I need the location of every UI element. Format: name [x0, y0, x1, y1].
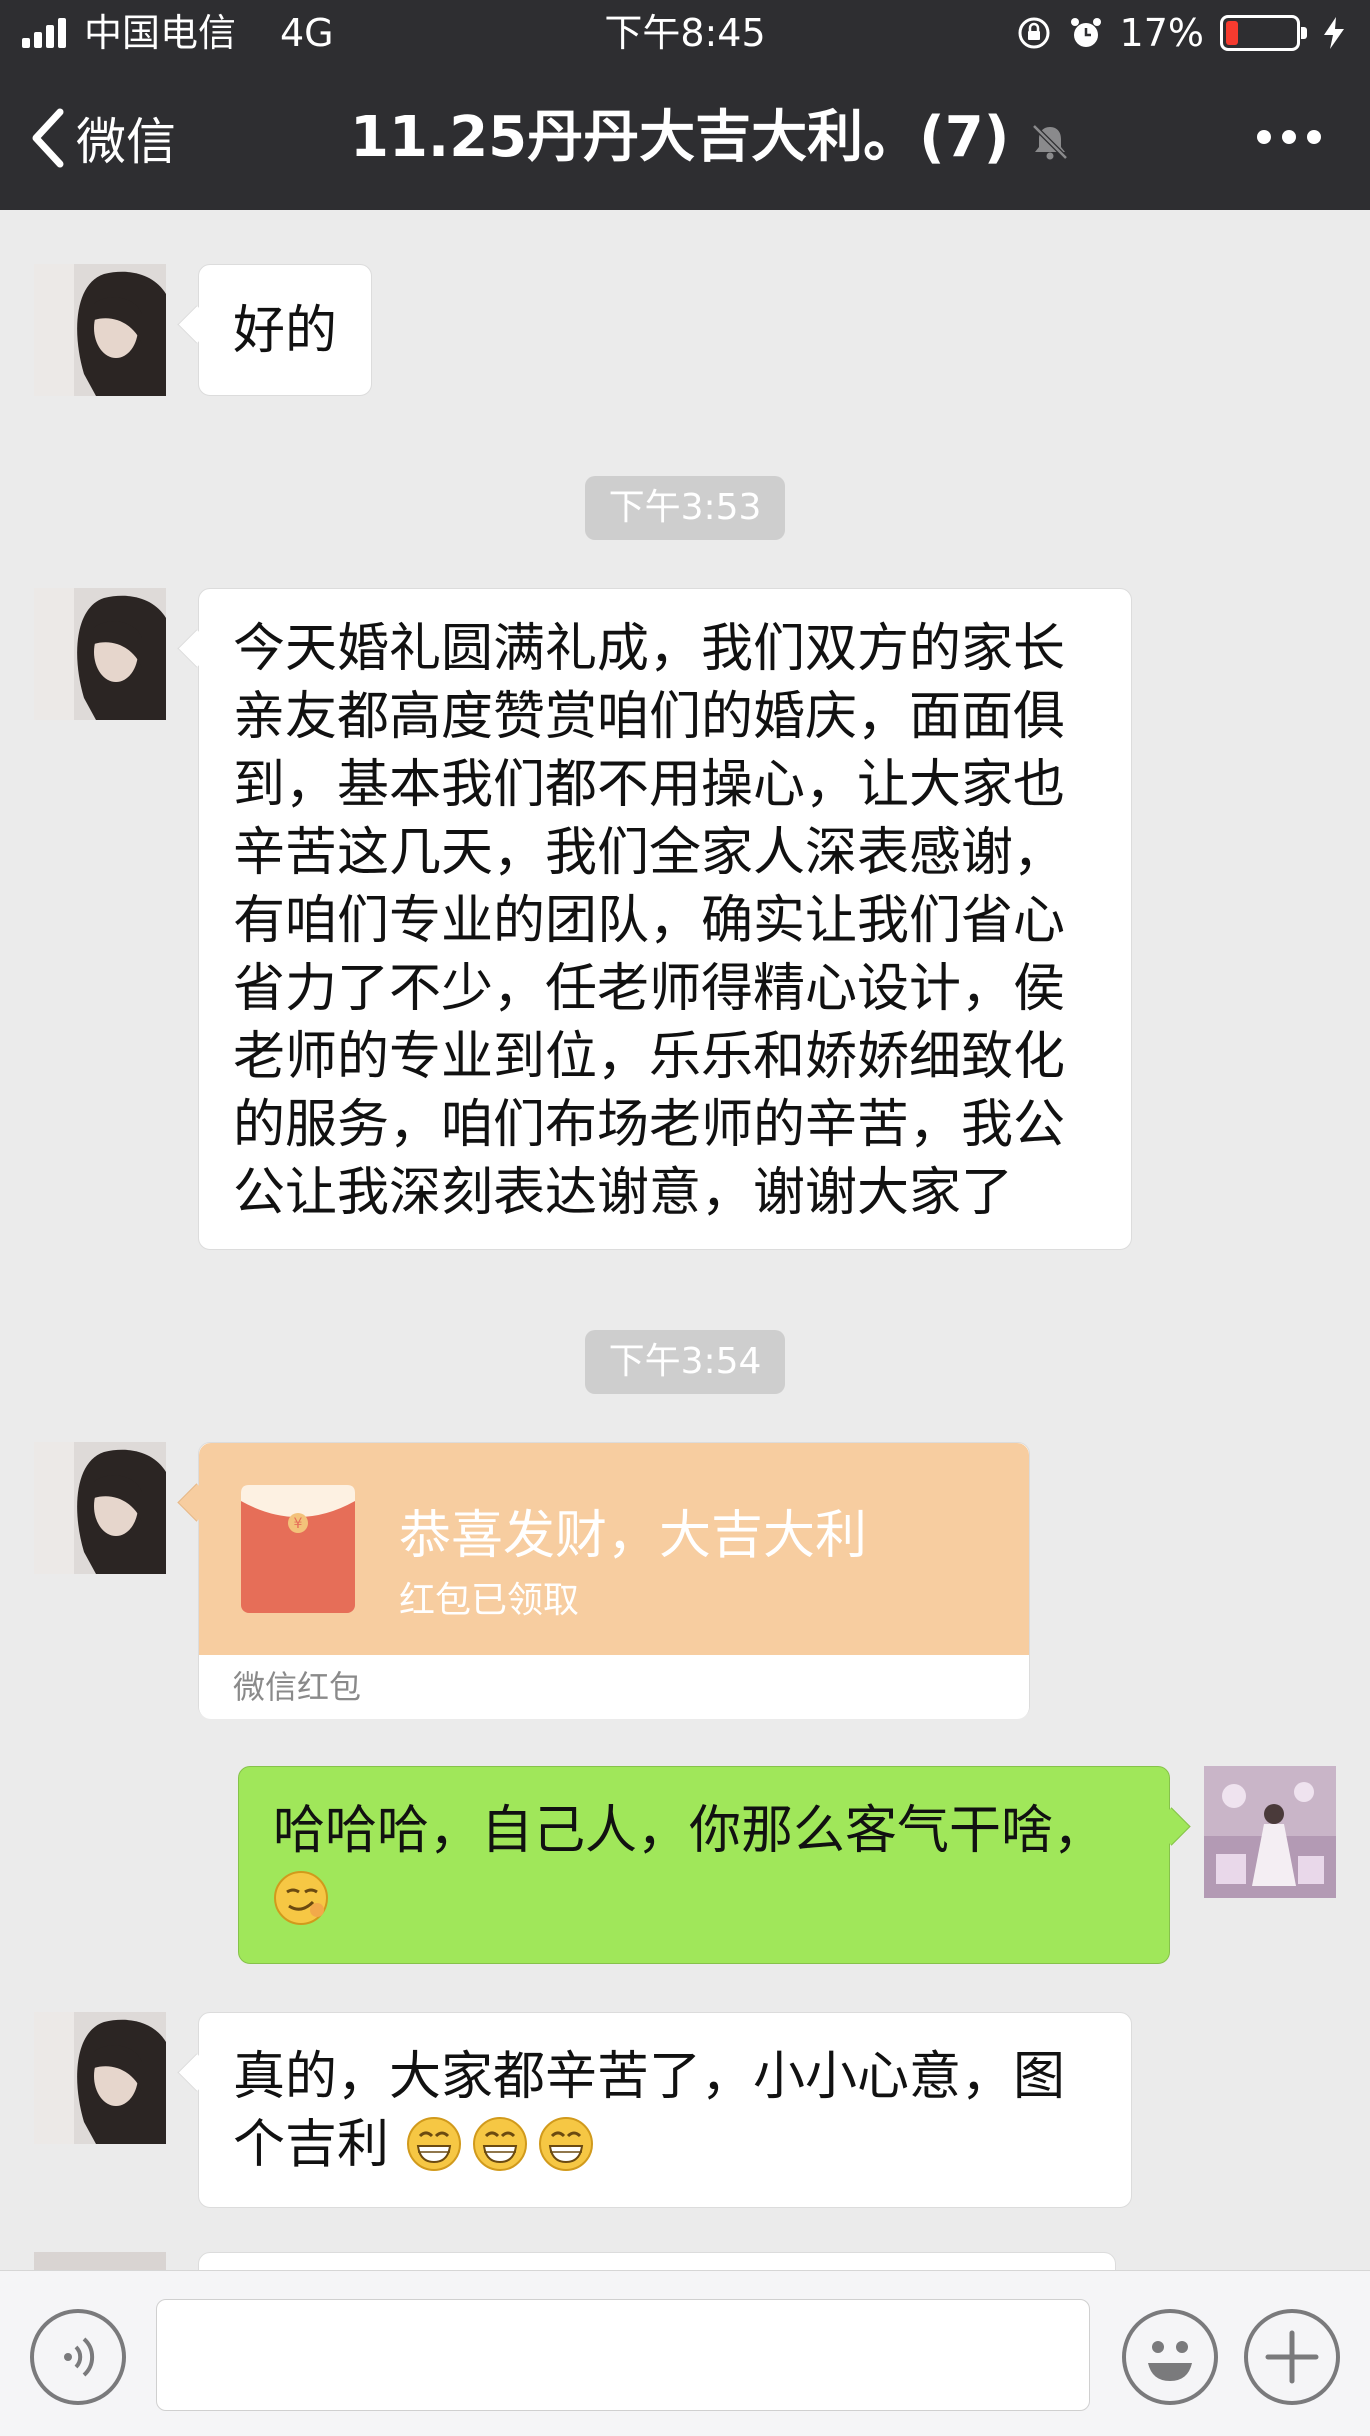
red-packet-title: 恭喜发财，大吉大利: [399, 1506, 868, 1566]
status-right: 17%: [1016, 0, 1352, 66]
battery-icon: [1220, 15, 1307, 51]
red-packet-status: 红包已领取: [399, 1580, 580, 1621]
message-bubble[interactable]: 真的，大家都辛苦了，小小心意，图 个吉利: [198, 2012, 1132, 2208]
timestamp: 下午3:54: [585, 1330, 785, 1394]
timestamp: 下午3:53: [585, 476, 785, 540]
svg-text:¥: ¥: [294, 1516, 303, 1532]
top-bar: 中国电信 4G 下午8:45 17% 微信 11.25丹丹大吉大利。(7): [0, 0, 1370, 210]
charging-icon: [1324, 17, 1344, 49]
message-line: 今天婚礼圆满礼成，我们双方的家长: [233, 619, 1066, 679]
avatar-bride[interactable]: [34, 264, 166, 396]
message-line-2: 个吉利: [233, 2111, 1097, 2179]
avatar-me[interactable]: [1204, 1766, 1336, 1898]
chat-area[interactable]: 好的 下午3:53 今天婚礼圆满礼成，我们双方的家长 亲友都高度赞赏咱们的婚庆，…: [0, 210, 1370, 2270]
message-text: 好的: [233, 301, 338, 361]
message-line: 哈哈哈，自己人，你那么客气干啥，: [273, 1801, 1106, 1861]
plus-icon: [1265, 2330, 1319, 2384]
input-bar: [0, 2270, 1370, 2436]
message-bubble[interactable]: 今天婚礼圆满礼成，我们双方的家长 亲友都高度赞赏咱们的婚庆，面面俱 到，基本我们…: [198, 588, 1132, 1250]
smirk-emoji-icon: [274, 1871, 328, 1925]
avatar-bride[interactable]: [34, 2252, 166, 2270]
avatar-image: [34, 1442, 166, 1574]
chevron-left-icon: [32, 108, 64, 168]
message-line: 真的，大家都辛苦了，小小心意，图: [233, 2047, 1066, 2107]
back-button[interactable]: 微信: [28, 66, 176, 210]
message-line: 到，基本我们都不用操心，让大家也: [233, 755, 1066, 815]
avatar-bride[interactable]: [34, 588, 166, 720]
back-label: 微信: [76, 113, 176, 171]
mute-bell-icon: [1032, 124, 1068, 160]
grin-emoji-icon: [538, 2117, 593, 2171]
red-packet-message[interactable]: ¥ 恭喜发财，大吉大利 红包已领取 微信红包: [198, 1442, 1030, 1719]
message-line: 个吉利: [233, 2115, 390, 2175]
message-line: 省力了不少，任老师得精心设计，侯: [233, 959, 1066, 1019]
message-line: 的服务，咱们布场老师的辛苦，我公: [233, 1095, 1066, 1155]
rotation-lock-icon: [1018, 17, 1050, 49]
plus-button[interactable]: [1244, 2309, 1340, 2405]
message-line: 辛苦这几天，我们全家人深表感谢，: [233, 823, 1066, 883]
message-input[interactable]: [156, 2299, 1090, 2411]
voice-button[interactable]: [30, 2309, 126, 2405]
voice-icon: [64, 2337, 95, 2377]
battery-percent: 17%: [1119, 11, 1204, 55]
avatar-image: [1204, 1766, 1336, 1898]
emoji-icon: [1148, 2341, 1192, 2381]
grin-emoji-icon: [406, 2117, 461, 2171]
grin-emoji-icon: [472, 2117, 527, 2171]
status-bar: 中国电信 4G 下午8:45 17%: [0, 0, 1370, 66]
message-line: 亲友都高度赞赏咱们的婚庆，面面俱: [233, 687, 1066, 747]
emoji-button[interactable]: [1122, 2309, 1218, 2405]
red-packet-footer: 微信红包: [199, 1655, 1029, 1719]
message-line: 有咱们专业的团队，确实让我们省心: [233, 891, 1066, 951]
red-packet-body: ¥ 恭喜发财，大吉大利 红包已领取: [199, 1443, 1029, 1655]
message-bubble-partial[interactable]: [198, 2252, 1116, 2270]
message-bubble[interactable]: 好的: [198, 264, 373, 396]
more-icon[interactable]: [1254, 122, 1324, 152]
avatar-image: [34, 588, 166, 720]
message-line: 公让我深刻表达谢意，谢谢大家了: [233, 1163, 1014, 1223]
message-bubble-mine[interactable]: 哈哈哈，自己人，你那么客气干啥，: [238, 1766, 1170, 1964]
nav-bar: 微信 11.25丹丹大吉大利。(7): [0, 66, 1370, 210]
avatar-bride[interactable]: [34, 1442, 166, 1574]
chat-title: 11.25丹丹大吉大利。(7): [350, 105, 1010, 170]
avatar-bride[interactable]: [34, 2012, 166, 2144]
avatar-image: [34, 264, 166, 396]
avatar-image: [34, 2012, 166, 2144]
message-line: 老师的专业到位，乐乐和娇娇细致化: [233, 1027, 1066, 1087]
alarm-icon: [1070, 18, 1101, 47]
red-envelope-icon: ¥: [241, 1485, 355, 1613]
